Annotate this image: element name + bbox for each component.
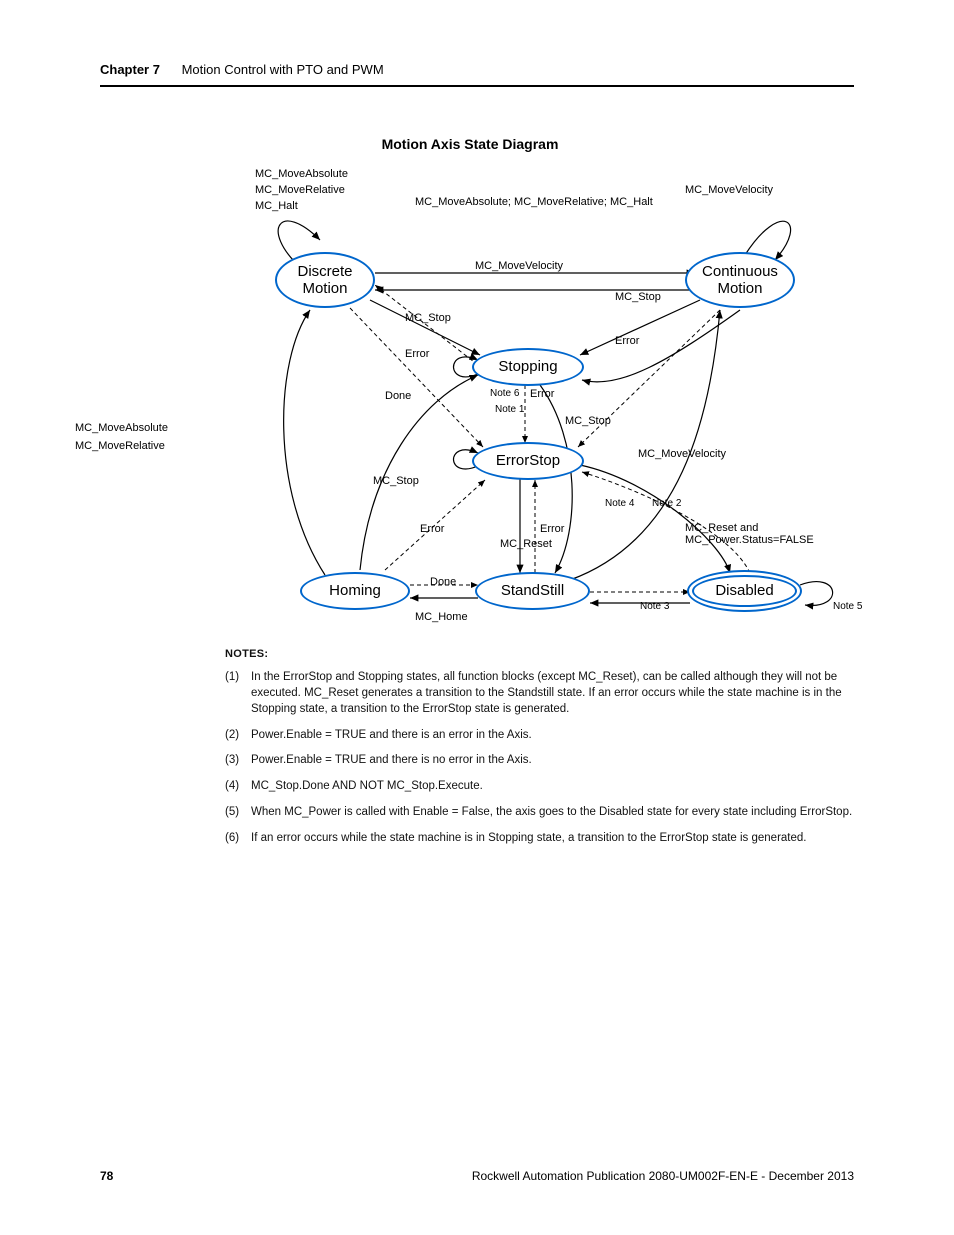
state-diagram: Discrete Motion Continuous Motion Stoppi… xyxy=(220,160,880,640)
label-note6: Note 6 xyxy=(490,388,519,399)
page-header: Chapter 7 Motion Control with PTO and PW… xyxy=(100,62,854,87)
label-mc-home: MC_Home xyxy=(415,611,468,623)
label-discrete-self-1: MC_MoveAbsolute xyxy=(255,168,348,180)
label-note3: Note 3 xyxy=(640,601,669,612)
label-homing-side-2: MC_MoveRelative xyxy=(75,440,165,452)
notes-list: In the ErrorStop and Stopping states, al… xyxy=(225,670,865,847)
note-item: When MC_Power is called with Enable = Fa… xyxy=(225,805,865,821)
notes-block: NOTES: In the ErrorStop and Stopping sta… xyxy=(225,648,865,857)
label-error-3: Error xyxy=(420,523,444,535)
label-dc-to-cm: MC_MoveVelocity xyxy=(475,260,563,272)
label-discrete-self-2: MC_MoveRelative xyxy=(255,184,345,196)
note-item: In the ErrorStop and Stopping states, al… xyxy=(225,670,865,718)
state-errorstop: ErrorStop xyxy=(472,442,584,480)
label-error-1: Error xyxy=(405,348,429,360)
label-error-center: Error xyxy=(530,388,554,400)
state-discrete-motion: Discrete Motion xyxy=(275,252,375,308)
chapter-label: Chapter 7 xyxy=(100,62,160,77)
label-continuous-self: MC_MoveVelocity xyxy=(685,184,773,196)
label-note1: Note 1 xyxy=(495,404,524,415)
chapter-title: Motion Control with PTO and PWM xyxy=(182,62,384,77)
page-number: 78 xyxy=(100,1169,113,1183)
label-mc-reset-power: MC_Reset and MC_Power.Status=FALSE xyxy=(685,522,814,546)
label-error-2: Error xyxy=(615,335,639,347)
note-item: MC_Stop.Done AND NOT MC_Stop.Execute. xyxy=(225,779,865,795)
state-continuous-motion: Continuous Motion xyxy=(685,252,795,308)
label-discrete-self-3: MC_Halt xyxy=(255,200,298,212)
label-error-4: Error xyxy=(540,523,564,535)
label-mc-stop-left: MC_Stop xyxy=(405,312,451,324)
label-done-2: Done xyxy=(430,576,456,588)
label-note2: Note 2 xyxy=(652,498,681,509)
label-mc-reset: MC_Reset xyxy=(500,538,552,550)
diagram-title: Motion Axis State Diagram xyxy=(350,136,590,152)
note-item: Power.Enable = TRUE and there is an erro… xyxy=(225,728,865,744)
page-footer: 78 Rockwell Automation Publication 2080-… xyxy=(100,1169,854,1183)
state-homing: Homing xyxy=(300,572,410,610)
label-mc-stop-1: MC_Stop xyxy=(615,291,661,303)
label-note4: Note 4 xyxy=(605,498,634,509)
notes-heading: NOTES: xyxy=(225,648,865,660)
note-item: If an error occurs while the state machi… xyxy=(225,831,865,847)
state-standstill: StandStill xyxy=(475,572,590,610)
publication-info: Rockwell Automation Publication 2080-UM0… xyxy=(472,1169,854,1183)
diagram-edges xyxy=(220,160,880,640)
state-disabled: Disabled xyxy=(687,570,802,612)
label-mc-movevel-2: MC_MoveVelocity xyxy=(638,448,726,460)
label-mc-stop-3: MC_Stop xyxy=(373,475,419,487)
note-item: Power.Enable = TRUE and there is no erro… xyxy=(225,753,865,769)
state-stopping: Stopping xyxy=(472,348,584,386)
label-done-1: Done xyxy=(385,390,411,402)
label-homing-side-1: MC_MoveAbsolute xyxy=(75,422,168,434)
label-top-center: MC_MoveAbsolute; MC_MoveRelative; MC_Hal… xyxy=(415,196,653,208)
label-note5: Note 5 xyxy=(833,601,862,612)
label-mc-stop-2: MC_Stop xyxy=(565,415,611,427)
